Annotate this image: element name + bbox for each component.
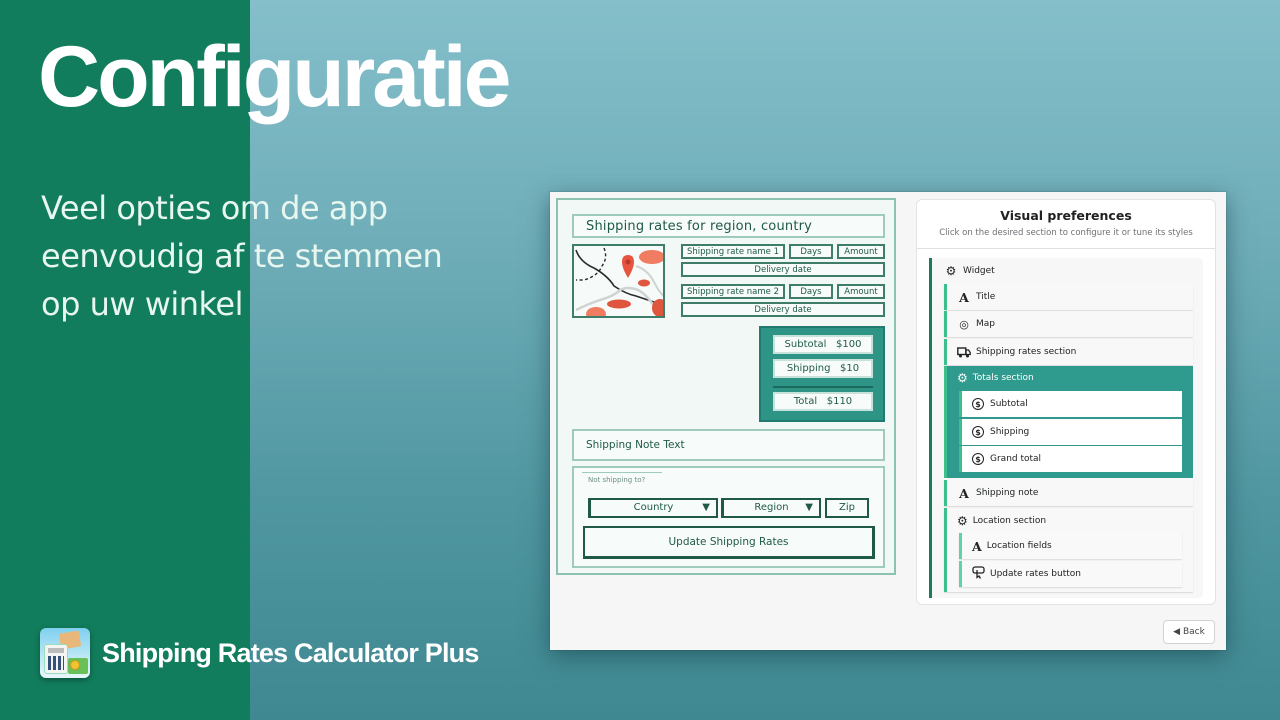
rate-name-1[interactable]: Shipping rate name 1 <box>681 244 785 259</box>
tree-label: Widget <box>963 266 995 276</box>
location-section-header: ⚙ Location section <box>957 514 1046 528</box>
tree-label: Map <box>976 319 995 329</box>
rate-days-1[interactable]: Days <box>789 244 833 259</box>
brand: Shipping Rates Calculator Plus <box>40 628 479 678</box>
section-tree: ⚙ Widget A Title ◎ Map Shipping rates se… <box>929 258 1203 598</box>
tree-item-subtotal[interactable]: $ Subtotal <box>959 391 1182 417</box>
subtitle-line: op uw winkel <box>41 285 244 323</box>
tree-label: Subtotal <box>990 399 1028 409</box>
typography-icon: A <box>972 538 982 554</box>
tree-item-title[interactable]: A Title <box>944 284 1193 310</box>
preview-totals-section[interactable]: Subtotal $100 Shipping $10 Total $110 <box>759 326 885 422</box>
not-shipping-label: Not shipping to? <box>581 472 663 484</box>
prefs-header: Visual preferences Click on the desired … <box>917 200 1215 249</box>
tree-label: Update rates button <box>990 569 1081 579</box>
tree-label: Shipping rates section <box>976 347 1077 357</box>
map-illustration <box>575 247 663 316</box>
tree-item-totals-section[interactable]: ⚙ Totals section $ Subtotal $ Shipping $… <box>944 366 1193 478</box>
tree-item-shipping[interactable]: $ Shipping <box>959 419 1182 445</box>
tree-item-location-section[interactable]: ⚙ Location section A Location fields Upd… <box>944 508 1193 592</box>
subtitle-line: eenvoudig af te stemmen <box>41 237 443 275</box>
button-click-icon <box>972 566 985 582</box>
total-row-shipping: Shipping $10 <box>773 359 873 378</box>
map-pin-icon <box>622 255 634 278</box>
preview-shipping-note[interactable]: Shipping Note Text <box>572 429 885 461</box>
total-value: $100 <box>836 339 862 350</box>
country-select[interactable]: Country ▼ <box>588 498 718 518</box>
gear-icon: ⚙ <box>957 514 968 528</box>
preview-title[interactable]: Shipping rates for region, country <box>572 214 885 238</box>
country-label: Country <box>633 502 674 513</box>
tree-item-shipping-note[interactable]: A Shipping note <box>944 480 1193 506</box>
preview-location-section[interactable]: Not shipping to? Country ▼ Region ▼ Zip … <box>572 466 885 568</box>
tree-item-update-rates-button[interactable]: Update rates button <box>959 561 1182 587</box>
tree-item-location-fields[interactable]: A Location fields <box>959 533 1182 559</box>
slide-title: Configuratie <box>38 29 511 125</box>
total-row-grand: Total $110 <box>773 392 873 411</box>
tree-label: Location section <box>972 516 1047 526</box>
typography-icon: A <box>959 485 969 501</box>
total-value: $110 <box>826 396 853 407</box>
total-row-subtotal: Subtotal $100 <box>773 335 873 354</box>
preview-map[interactable] <box>572 244 665 318</box>
totals-divider <box>773 386 873 388</box>
truck-icon <box>957 345 971 359</box>
total-label: Total <box>793 396 818 407</box>
tree-label: Location fields <box>986 541 1052 551</box>
total-label: Shipping <box>786 363 831 374</box>
tree-item-widget[interactable]: ⚙ Widget <box>944 264 995 278</box>
tree-label: Totals section <box>972 373 1034 383</box>
visual-preferences-panel: Visual preferences Click on the desired … <box>916 199 1216 605</box>
rate-amount-2[interactable]: Amount <box>837 284 885 299</box>
gear-icon: ⚙ <box>945 264 957 278</box>
tree-item-grand-total[interactable]: $ Grand total <box>959 446 1182 472</box>
total-label: Subtotal <box>784 339 827 350</box>
prefs-title: Visual preferences <box>1000 208 1132 223</box>
dropdown-arrow-icon: ▼ <box>702 502 710 513</box>
back-button[interactable]: ◀ Back <box>1163 620 1215 644</box>
rate-delivery-2[interactable]: Delivery date <box>681 302 885 317</box>
typography-icon: A <box>959 289 969 305</box>
update-shipping-rates-button[interactable]: Update Shipping Rates <box>583 526 875 559</box>
gear-icon: ⚙ <box>957 371 968 385</box>
rate-amount-1[interactable]: Amount <box>837 244 885 259</box>
rate-name-2[interactable]: Shipping rate name 2 <box>681 284 785 299</box>
rate-days-2[interactable]: Days <box>789 284 833 299</box>
zip-input[interactable]: Zip <box>825 498 869 518</box>
tree-label: Shipping note <box>976 488 1039 498</box>
total-value: $10 <box>840 363 860 374</box>
region-select[interactable]: Region ▼ <box>721 498 821 518</box>
calculator-parcel-money-icon <box>40 628 90 678</box>
tree-item-map[interactable]: ◎ Map <box>944 311 1193 337</box>
tree-label: Grand total <box>990 454 1042 464</box>
tree-label: Title <box>976 292 996 302</box>
tree-item-shipping-rates[interactable]: Shipping rates section <box>944 339 1193 365</box>
rate-delivery-1[interactable]: Delivery date <box>681 262 885 277</box>
dropdown-arrow-icon: ▼ <box>805 502 813 513</box>
subtitle-line: Veel opties om de app <box>41 189 388 227</box>
totals-section-header: ⚙ Totals section <box>957 371 1034 385</box>
widget-preview: Shipping rates for region, country Shipp… <box>556 198 896 575</box>
dollar-coin-icon: $ <box>972 453 984 465</box>
tree-label: Shipping <box>990 427 1030 437</box>
dollar-coin-icon: $ <box>972 398 984 410</box>
app-screenshot-frame: Shipping rates for region, country Shipp… <box>550 192 1226 650</box>
slide-subtitle: Veel opties om de app eenvoudig af te st… <box>41 184 511 328</box>
brand-name: Shipping Rates Calculator Plus <box>102 637 479 668</box>
region-label: Region <box>754 502 789 513</box>
location-pin-icon: ◎ <box>959 317 969 331</box>
dollar-coin-icon: $ <box>972 426 984 438</box>
prefs-description: Click on the desired section to configur… <box>939 228 1193 238</box>
